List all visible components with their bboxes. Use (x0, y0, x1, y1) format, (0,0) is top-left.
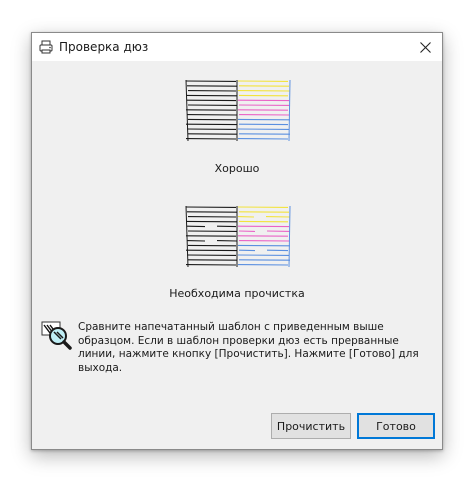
good-pattern-label: Хорошо (214, 162, 260, 175)
printer-nozzle-icon (39, 40, 53, 54)
nozzle-check-dialog: Проверка дюз Хорошо Необходима прочистка… (31, 32, 443, 450)
window-title: Проверка дюз (59, 40, 149, 54)
clogged-pattern-label: Необходима прочистка (169, 287, 305, 300)
clogged-pattern-image (185, 205, 291, 268)
magnifier-nozzle-icon (41, 321, 72, 350)
clean-button[interactable]: Прочистить (271, 413, 351, 439)
close-icon (419, 41, 431, 53)
title-bar: Проверка дюз (32, 33, 442, 61)
close-button[interactable] (408, 33, 442, 61)
done-button[interactable]: Готово (357, 413, 435, 439)
good-pattern-image (185, 79, 291, 142)
instruction-text: Сравните напечатанный шаблон с приведенн… (78, 321, 419, 374)
